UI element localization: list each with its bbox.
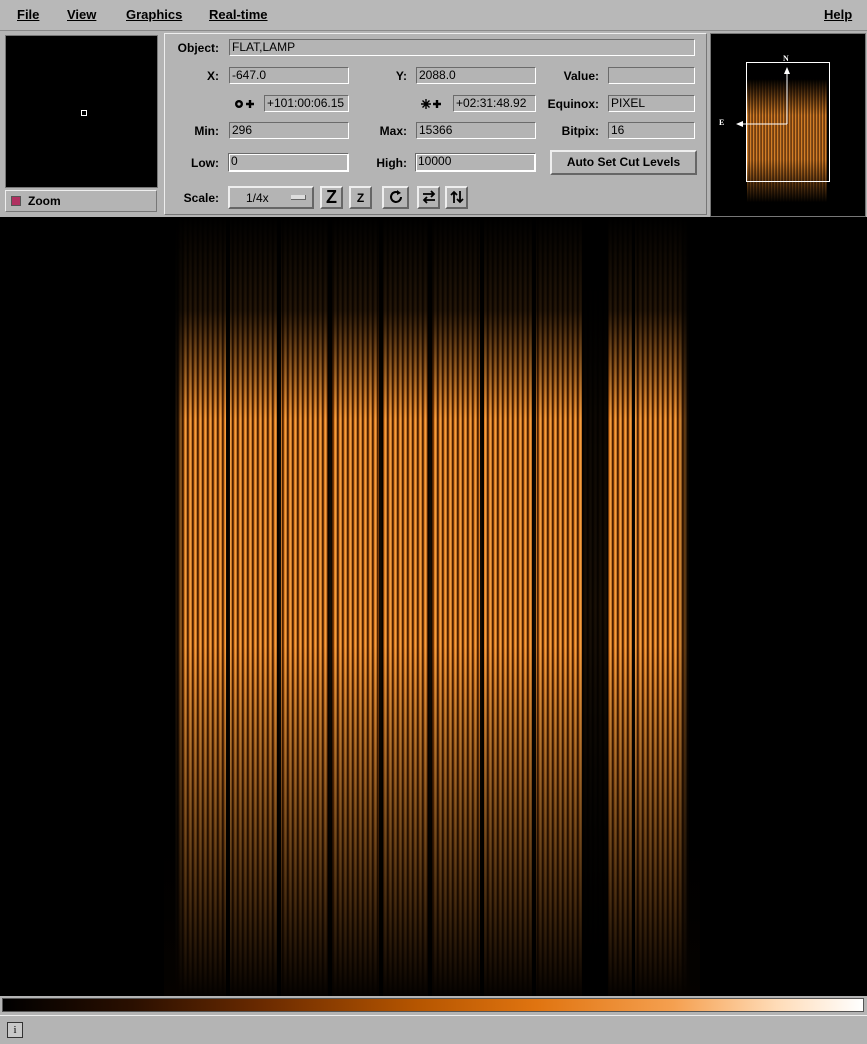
equinox-label: Equinox: <box>547 97 599 111</box>
zoom-view[interactable] <box>5 35 158 188</box>
info-icon[interactable]: i <box>7 1022 23 1038</box>
menu-realtime[interactable]: Real-time <box>209 7 268 22</box>
scale-select[interactable]: 1/4x <box>228 186 314 209</box>
flip-x-button[interactable] <box>417 186 440 209</box>
value-field <box>608 67 695 84</box>
flip-horizontal-icon <box>422 190 435 204</box>
bitpix-label: Bitpix: <box>561 124 599 138</box>
menu-help[interactable]: Help <box>824 7 852 22</box>
menu-file[interactable]: File <box>17 7 39 22</box>
low-label: Low: <box>191 156 219 170</box>
object-label: Object: <box>177 41 219 55</box>
zoom-label: Zoom <box>28 194 61 208</box>
big-z-icon: Z <box>326 187 337 207</box>
dec-field: +02:31:48.92 <box>453 95 536 112</box>
spectrum-image <box>164 217 700 996</box>
ra-field: +101:00:06.15 <box>264 95 349 112</box>
high-input[interactable]: 10000 <box>415 153 536 172</box>
panner-view[interactable]: N E <box>710 33 866 217</box>
rotate-icon <box>389 190 402 203</box>
option-menu-indicator-icon <box>291 195 306 200</box>
small-z-icon: Z <box>356 191 365 205</box>
zoom-panel: Zoom <box>3 33 159 215</box>
zoom-checkbox-indicator[interactable] <box>11 196 21 206</box>
zoom-out-button[interactable]: Z <box>349 186 372 209</box>
low-input[interactable]: 0 <box>228 153 349 172</box>
order-gap <box>379 217 383 996</box>
info-panel: Object: FLAT,LAMP X: -647.0 Y: 2088.0 Va… <box>164 33 707 215</box>
min-field: 296 <box>229 122 349 139</box>
scale-value: 1/4x <box>246 191 269 205</box>
order-gap <box>277 217 281 996</box>
menu-graphics[interactable]: Graphics <box>126 7 182 22</box>
rotate-button[interactable] <box>382 186 409 209</box>
order-gap <box>226 217 230 996</box>
x-field: -647.0 <box>229 67 349 84</box>
object-field: FLAT,LAMP <box>229 39 695 56</box>
north-label: N <box>783 54 789 63</box>
east-label: E <box>719 118 725 127</box>
equinox-field: PIXEL <box>608 95 695 112</box>
y-label: Y: <box>395 69 407 83</box>
flip-vertical-icon <box>449 190 464 204</box>
main-image-canvas[interactable] <box>0 217 867 996</box>
order-gap <box>328 217 332 996</box>
max-field: 15366 <box>416 122 536 139</box>
menu-bar: File View Graphics Real-time Help <box>0 0 867 31</box>
min-label: Min: <box>194 124 219 138</box>
flip-y-button[interactable] <box>445 186 468 209</box>
order-gap <box>480 217 484 996</box>
order-gap <box>632 217 635 996</box>
order-gap <box>428 217 432 996</box>
zoom-toggle-button[interactable]: Zoom <box>5 190 157 212</box>
y-field: 2088.0 <box>416 67 536 84</box>
value-label: Value: <box>563 69 599 83</box>
menu-view[interactable]: View <box>67 7 96 22</box>
status-bar: i <box>0 1015 867 1044</box>
bitpix-field: 16 <box>608 122 695 139</box>
zoom-cursor-marker <box>81 110 87 116</box>
x-label: X: <box>207 69 219 83</box>
colorbar[interactable] <box>2 998 864 1012</box>
dec-icon <box>418 97 444 114</box>
high-label: High: <box>376 156 407 170</box>
scale-label: Scale: <box>183 191 219 205</box>
order-gap <box>532 217 536 996</box>
order-gap <box>582 217 608 996</box>
auto-set-cut-levels-button[interactable]: Auto Set Cut Levels <box>550 150 697 175</box>
zoom-in-button[interactable]: Z <box>320 186 343 209</box>
ra-icon <box>231 97 257 114</box>
max-label: Max: <box>379 124 407 138</box>
